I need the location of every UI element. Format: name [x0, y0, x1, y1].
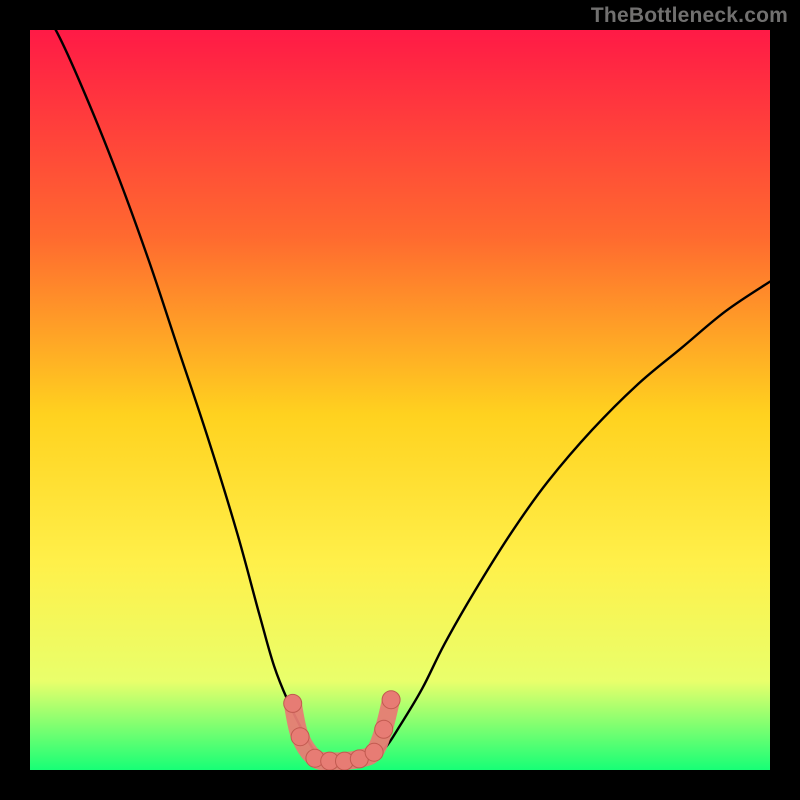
- valley-marker-dot: [284, 694, 302, 712]
- valley-marker-dot: [365, 743, 383, 761]
- valley-marker-dot: [382, 691, 400, 709]
- valley-marker-dot: [291, 728, 309, 746]
- bottleneck-chart: [0, 0, 800, 800]
- valley-marker-dot: [375, 720, 393, 738]
- watermark-text: TheBottleneck.com: [591, 4, 788, 28]
- gradient-background: [30, 30, 770, 770]
- chart-stage: { "watermark": "TheBottleneck.com", "col…: [0, 0, 800, 800]
